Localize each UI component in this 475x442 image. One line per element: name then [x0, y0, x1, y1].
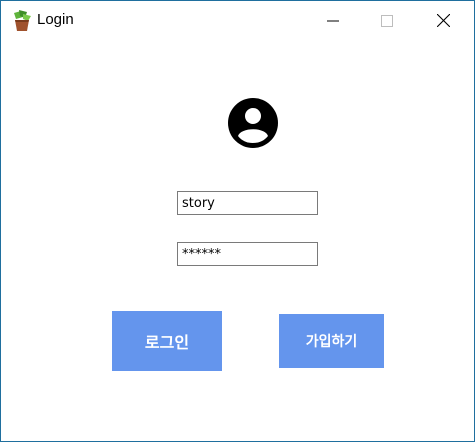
title-bar[interactable]: Login: [1, 1, 474, 41]
maximize-icon: [381, 12, 393, 31]
close-icon: [436, 12, 450, 31]
password-input[interactable]: [177, 242, 318, 266]
window-title: Login: [37, 11, 74, 28]
login-window: Login 로그인: [0, 0, 475, 442]
maximize-button[interactable]: [364, 1, 410, 41]
minimize-icon: [327, 12, 339, 31]
login-button-label: 로그인: [144, 333, 190, 352]
username-input[interactable]: [177, 191, 318, 215]
minimize-button[interactable]: [310, 1, 356, 41]
user-circle-icon: [228, 98, 278, 148]
login-button[interactable]: 로그인: [112, 311, 222, 371]
close-button[interactable]: [420, 1, 466, 41]
signup-button-label: 가입하기: [305, 334, 358, 350]
signup-button[interactable]: 가입하기: [279, 314, 384, 368]
plant-pot-icon: [11, 9, 33, 33]
